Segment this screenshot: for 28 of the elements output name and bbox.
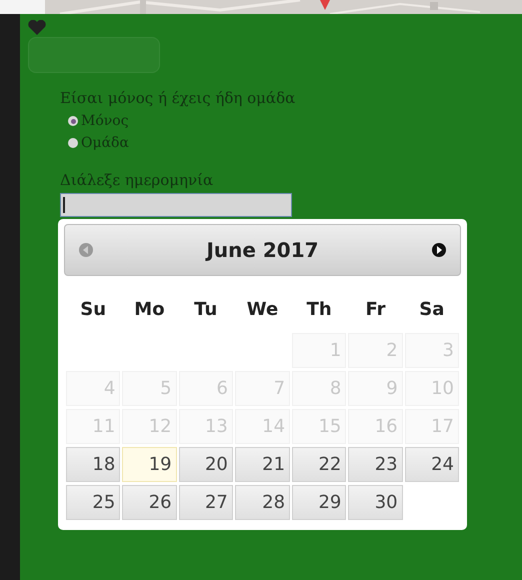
weekday-label: Sa [419, 298, 444, 320]
calendar-day[interactable]: 21 [234, 446, 290, 482]
weekday-label: We [246, 298, 278, 320]
next-month-button[interactable] [432, 243, 446, 257]
date-field[interactable] [60, 193, 292, 217]
weekday-label: Mo [134, 298, 165, 320]
calendar-day[interactable]: 30 [348, 484, 403, 520]
radio-button[interactable] [68, 138, 78, 148]
calendar-day[interactable]: 24 [404, 446, 459, 482]
calendar-day[interactable]: 22 [292, 446, 346, 482]
month-title: June 2017 [206, 238, 319, 262]
calendar-day[interactable]: 28 [234, 484, 290, 520]
calendar-day[interactable]: 29 [292, 484, 346, 520]
weekday-label: Th [306, 298, 332, 320]
calendar-day[interactable]: 27 [178, 484, 233, 520]
calendar-day[interactable]: 26 [122, 484, 177, 520]
calendar-day[interactable]: 19 [122, 446, 177, 482]
question-label: Είσαι μόνος ή έχεις ήδη ομάδα [60, 89, 296, 107]
heart-icon[interactable] [28, 20, 46, 35]
weekday-label: Tu [194, 298, 218, 320]
weekday-label: Su [80, 298, 106, 320]
date-label: Διάλεξε ημερομηνία [60, 171, 214, 189]
calendar-day[interactable]: 20 [178, 446, 233, 482]
weekday-label: Fr [365, 298, 386, 320]
calendar-day[interactable]: 23 [348, 446, 403, 482]
calendar-day[interactable]: 25 [66, 484, 120, 520]
calendar-day[interactable]: 18 [66, 446, 120, 482]
radio-button[interactable] [68, 116, 78, 126]
